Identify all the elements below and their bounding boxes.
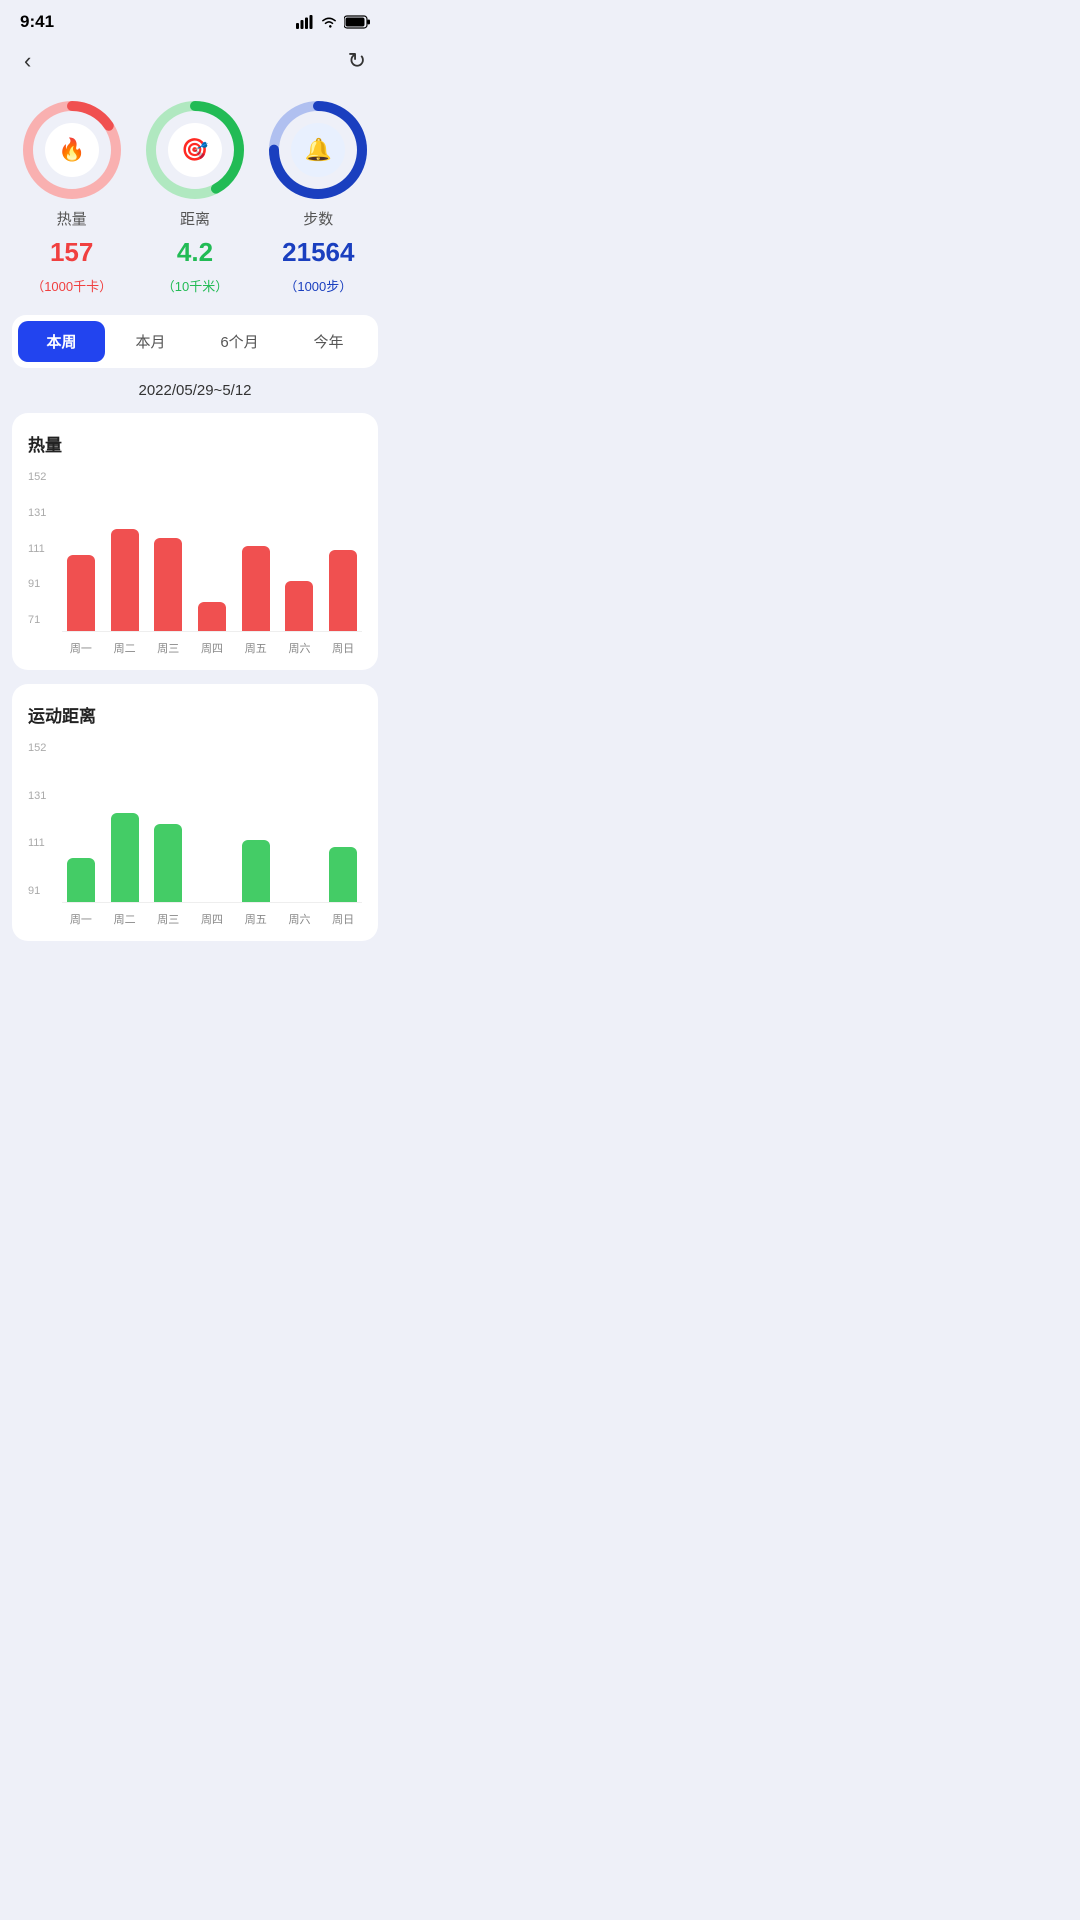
x-labels-calories-chart: 周一周二周三周四周五周六周日 — [62, 640, 362, 656]
bar — [242, 546, 270, 631]
stat-target-steps: （1000步） — [284, 276, 352, 295]
bar-col — [106, 743, 144, 902]
x-label: 周六 — [281, 640, 319, 656]
bar-col — [149, 743, 187, 902]
ring-icon-distance: 🎯 — [168, 123, 222, 177]
x-label: 周三 — [149, 640, 187, 656]
x-label: 周三 — [149, 911, 187, 927]
header: ‹ ↻ — [0, 40, 390, 90]
stat-target-calories: （1000千卡） — [31, 276, 112, 295]
bars-area-calories-chart — [62, 472, 362, 632]
y-axis-distance-chart: 152 131 111 91 — [28, 743, 46, 897]
bar-col — [237, 743, 275, 902]
bars-area-distance-chart — [62, 743, 362, 903]
y-axis-calories-chart: 152 131 111 91 71 — [28, 472, 46, 626]
bar — [242, 840, 270, 902]
ring-icon-calories: 🔥 — [45, 123, 99, 177]
tab-week[interactable]: 本周 — [18, 321, 105, 362]
y-label: 111 — [28, 544, 46, 555]
y-label: 152 — [28, 743, 46, 754]
x-label: 周六 — [281, 911, 319, 927]
bar-col — [237, 472, 275, 631]
status-icons — [296, 15, 370, 29]
bar-col — [193, 743, 231, 902]
x-label: 周二 — [106, 911, 144, 927]
stat-item-calories: 🔥 热量 157 （1000千卡） — [22, 100, 122, 295]
status-time: 9:41 — [20, 12, 54, 32]
x-label: 周一 — [62, 640, 100, 656]
refresh-button[interactable]: ↻ — [348, 48, 366, 74]
stats-row: 🔥 热量 157 （1000千卡） 🎯 距离 4.2 （10千米） 🔔 步数 2… — [0, 90, 390, 315]
bar-col — [62, 743, 100, 902]
bar — [154, 824, 182, 902]
bar — [67, 858, 95, 902]
bar — [67, 555, 95, 631]
stat-value-distance: 4.2 — [177, 237, 213, 268]
y-label: 152 — [28, 472, 46, 483]
stat-label-steps: 步数 — [303, 208, 333, 229]
stat-target-distance: （10千米） — [162, 276, 228, 295]
chart-title-calories-chart: 热量 — [28, 431, 362, 456]
stat-label-distance: 距离 — [180, 208, 210, 229]
bar — [111, 813, 139, 903]
bar — [329, 550, 357, 631]
stat-value-calories: 157 — [50, 237, 93, 268]
bar-col — [106, 472, 144, 631]
bar-chart-calories-chart: 152 131 111 91 71 周一周二周三周四周五周六周日 — [28, 472, 362, 656]
bar — [154, 538, 182, 631]
x-label: 周日 — [324, 640, 362, 656]
x-label: 周四 — [193, 640, 231, 656]
bar — [329, 847, 357, 902]
bar — [285, 581, 313, 631]
bar-col — [193, 472, 231, 631]
ring-calories: 🔥 — [22, 100, 122, 200]
ring-distance: 🎯 — [145, 100, 245, 200]
bar-col — [149, 472, 187, 631]
ring-steps: 🔔 — [268, 100, 368, 200]
x-label: 周二 — [106, 640, 144, 656]
y-label: 71 — [28, 615, 46, 626]
bar — [111, 529, 139, 631]
bar-col — [281, 743, 319, 902]
x-label: 周五 — [237, 911, 275, 927]
y-label: 91 — [28, 886, 46, 897]
ring-icon-steps: 🔔 — [291, 123, 345, 177]
bar — [198, 602, 226, 631]
date-range: 2022/05/29~5/12 — [0, 382, 390, 399]
stat-value-steps: 21564 — [282, 237, 354, 268]
chart-card-distance-chart: 运动距离 152 131 111 91 周一周二周三周四周五周六周日 — [12, 684, 378, 941]
back-button[interactable]: ‹ — [24, 48, 31, 74]
x-label: 周五 — [237, 640, 275, 656]
bar-col — [281, 472, 319, 631]
bar-col — [324, 472, 362, 631]
x-labels-distance-chart: 周一周二周三周四周五周六周日 — [62, 911, 362, 927]
tab-bar: 本周本月6个月今年 — [12, 315, 378, 368]
y-label: 131 — [28, 508, 46, 519]
x-label: 周四 — [193, 911, 231, 927]
x-label: 周日 — [324, 911, 362, 927]
y-label: 111 — [28, 838, 46, 849]
signal-icon — [296, 15, 314, 29]
stat-item-distance: 🎯 距离 4.2 （10千米） — [145, 100, 245, 295]
tab-sixmonth[interactable]: 6个月 — [196, 321, 283, 362]
x-label: 周一 — [62, 911, 100, 927]
bar-col — [324, 743, 362, 902]
battery-icon — [344, 15, 370, 29]
chart-card-calories-chart: 热量 152 131 111 91 71 周一周二周三周四周五周六周日 — [12, 413, 378, 670]
bar-col — [62, 472, 100, 631]
status-bar: 9:41 — [0, 0, 390, 40]
chart-title-distance-chart: 运动距离 — [28, 702, 362, 727]
bar-chart-distance-chart: 152 131 111 91 周一周二周三周四周五周六周日 — [28, 743, 362, 927]
stat-item-steps: 🔔 步数 21564 （1000步） — [268, 100, 368, 295]
wifi-icon — [320, 15, 338, 29]
stat-label-calories: 热量 — [57, 208, 87, 229]
tab-month[interactable]: 本月 — [107, 321, 194, 362]
tab-year[interactable]: 今年 — [285, 321, 372, 362]
y-label: 91 — [28, 579, 46, 590]
y-label: 131 — [28, 791, 46, 802]
